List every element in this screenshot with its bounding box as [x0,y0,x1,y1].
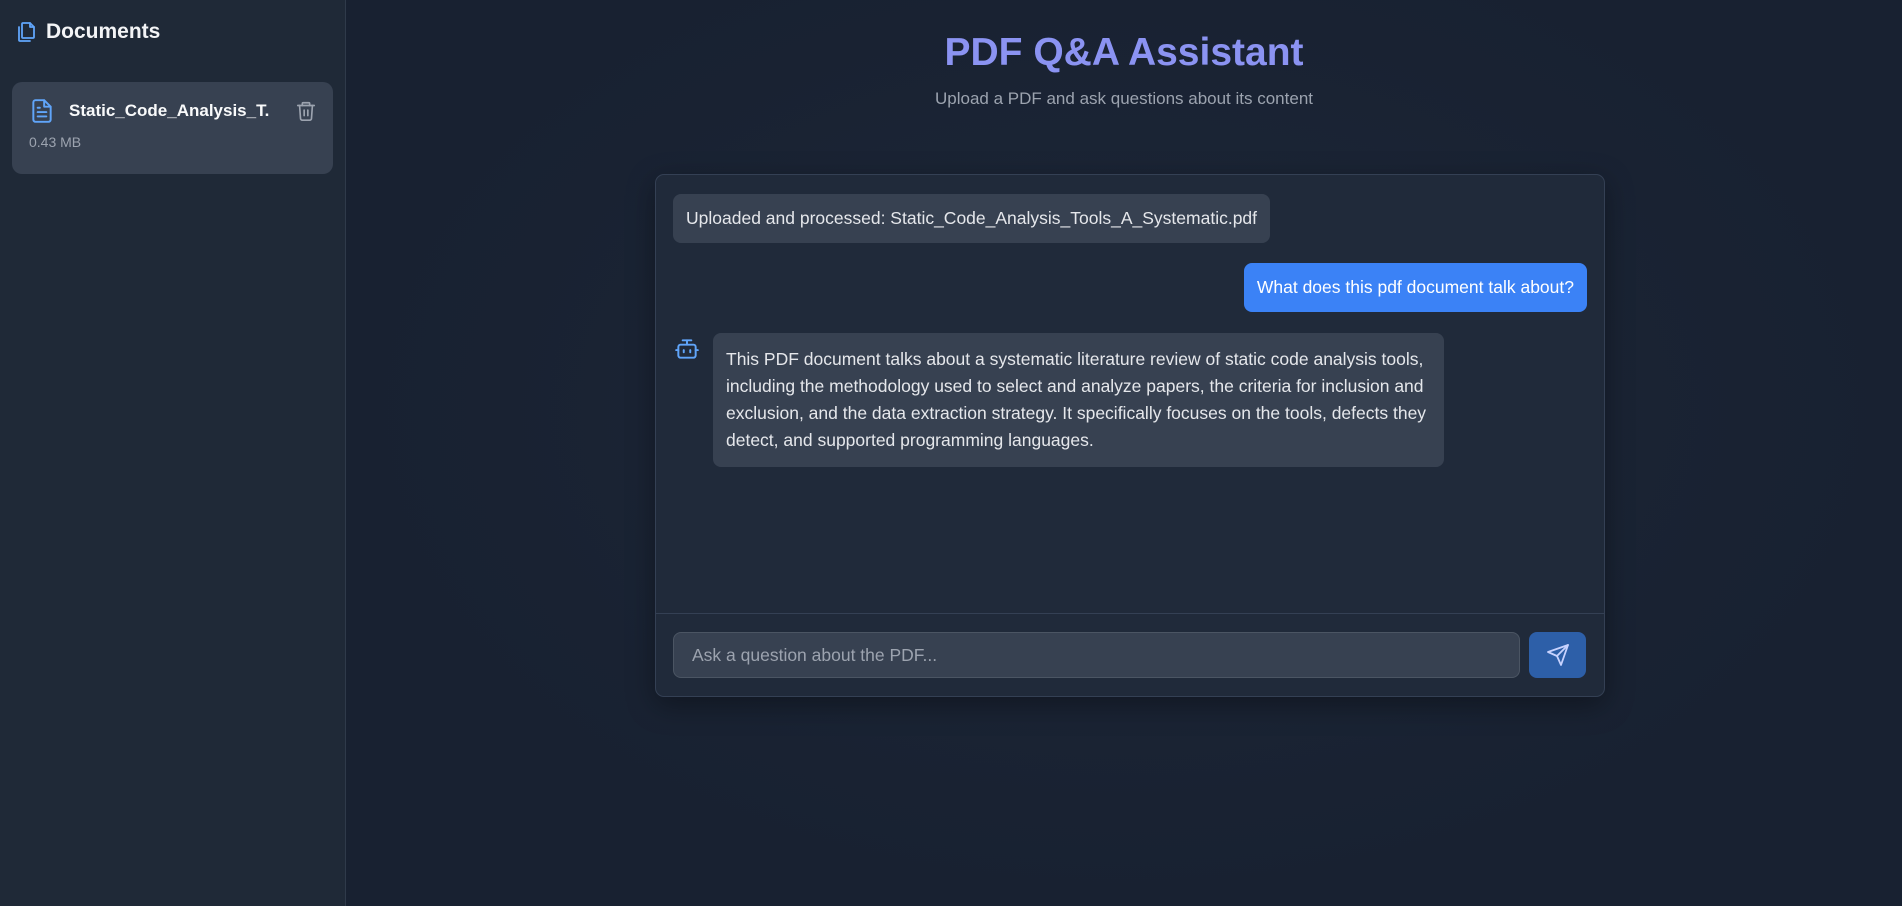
document-size: 0.43 MB [29,134,82,150]
document-item[interactable]: Static_Code_Analysis_T... 0.43 MB [12,82,333,174]
delete-document-button[interactable] [295,100,317,122]
system-message: Uploaded and processed: Static_Code_Anal… [673,194,1271,243]
document-row: Static_Code_Analysis_T... [29,98,316,124]
send-icon [1546,643,1570,667]
page-subtitle: Upload a PDF and ask questions about its… [934,89,1313,108]
input-bar [656,613,1604,696]
trash-icon [295,100,317,122]
user-message: What does this pdf document talk about? [1243,263,1587,312]
document-name: Static_Code_Analysis_T... [69,101,269,120]
sidebar-title: Documents [46,20,161,43]
question-input[interactable] [673,632,1520,678]
documents-icon [14,20,38,44]
file-text-icon [29,98,55,124]
bot-icon [674,336,700,362]
app-root: Documents Static_Code_Analysis_T... 0.43… [0,0,1902,906]
sidebar: Documents Static_Code_Analysis_T... 0.43… [0,0,346,906]
assistant-message: This PDF document talks about a systemat… [713,333,1444,467]
sidebar-header: Documents [12,0,333,64]
page-title: PDF Q&A Assistant [944,31,1304,74]
message-list: Uploaded and processed: Static_Code_Anal… [656,175,1604,615]
send-button[interactable] [1529,632,1586,678]
main-area: PDF Q&A Assistant Upload a PDF and ask q… [346,0,1902,906]
chat-panel: Uploaded and processed: Static_Code_Anal… [655,174,1605,697]
